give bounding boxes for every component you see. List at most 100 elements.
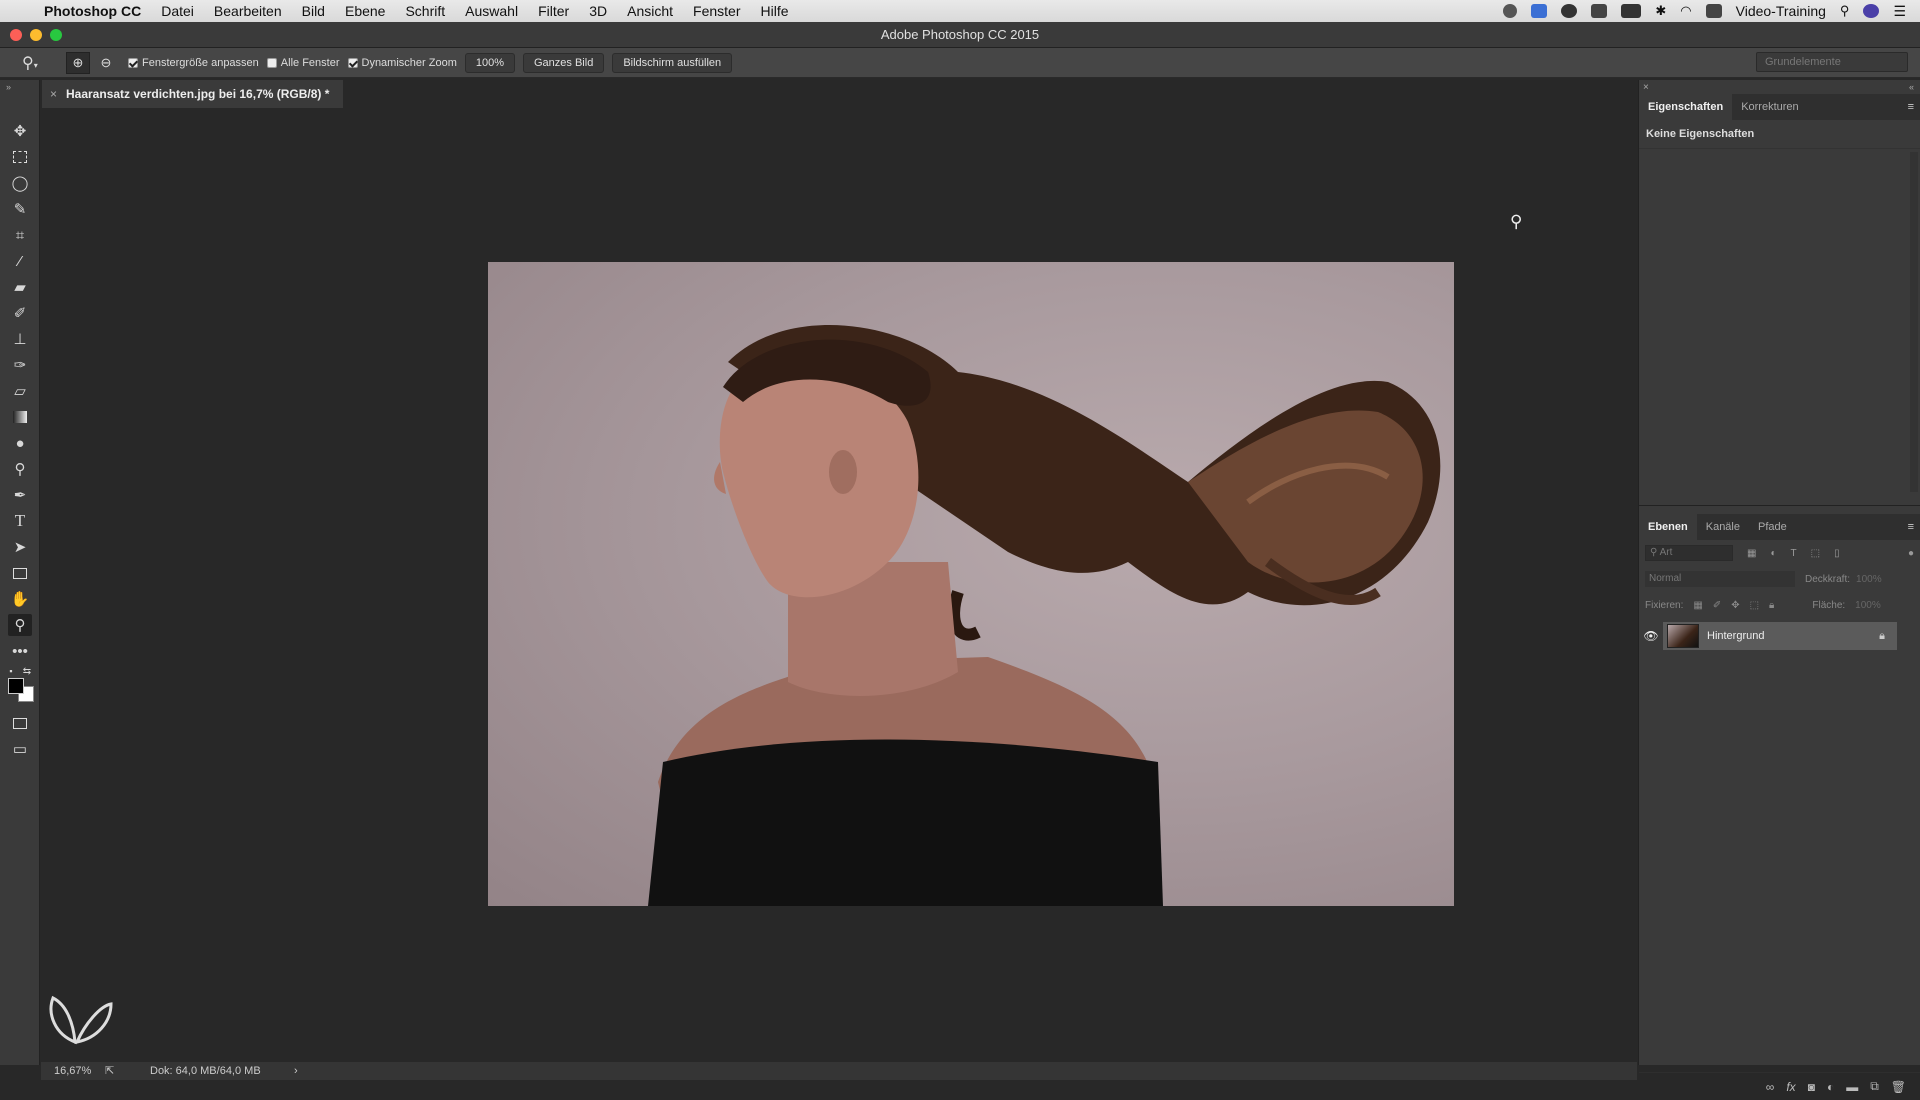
quick-selection-tool-icon[interactable]: ✎: [8, 198, 32, 220]
menu-3d[interactable]: 3D: [579, 3, 617, 19]
document-tab[interactable]: × Haaransatz verdichten.jpg bei 16,7% (R…: [42, 80, 344, 108]
gradient-tool-icon[interactable]: [8, 406, 32, 428]
zoom-window-button[interactable]: [50, 29, 62, 41]
layer-filter-select[interactable]: ⚲ Art: [1645, 545, 1733, 561]
lasso-tool-icon[interactable]: ◯: [8, 172, 32, 194]
menu-ansicht[interactable]: Ansicht: [617, 3, 683, 19]
foreground-color-swatch[interactable]: [8, 678, 24, 694]
workspace-switcher[interactable]: Grundelemente: [1756, 52, 1908, 72]
layer-item-selected[interactable]: Hintergrund 🔒︎: [1663, 622, 1897, 650]
type-tool-icon[interactable]: T: [8, 510, 32, 532]
pen-tool-icon[interactable]: ✒: [8, 484, 32, 506]
tab-eigenschaften[interactable]: Eigenschaften: [1639, 94, 1733, 120]
menu-auswahl[interactable]: Auswahl: [455, 3, 528, 19]
layers-panel-menu-icon[interactable]: ≡: [1908, 521, 1920, 533]
creative-cloud-icon[interactable]: [1561, 4, 1578, 18]
zoom-tool-icon[interactable]: ⚲: [8, 614, 32, 636]
filter-shape-icon[interactable]: ⬚: [1811, 548, 1820, 559]
tab-pfade[interactable]: Pfade: [1749, 514, 1796, 540]
history-brush-tool-icon[interactable]: ✑: [8, 354, 32, 376]
wifi-icon[interactable]: ◠: [1680, 3, 1691, 19]
screen-mode-icon[interactable]: ▭: [8, 738, 32, 760]
bluetooth-icon[interactable]: ✱: [1655, 3, 1666, 19]
move-tool-icon[interactable]: ✥: [8, 120, 32, 142]
lock-position-icon[interactable]: ✥: [1731, 600, 1739, 611]
eyedropper-tool-icon[interactable]: ⁄: [8, 250, 32, 272]
marquee-tool-icon[interactable]: [8, 146, 32, 168]
lock-all-icon[interactable]: 🔒︎: [1769, 600, 1774, 611]
close-panel-icon[interactable]: ×: [1643, 82, 1649, 93]
new-layer-icon[interactable]: ⧉: [1870, 1079, 1879, 1094]
tab-kanaele[interactable]: Kanäle: [1697, 514, 1749, 540]
more-tools-icon[interactable]: •••: [8, 640, 32, 662]
rectangle-tool-icon[interactable]: [8, 562, 32, 584]
eraser-tool-icon[interactable]: ▱: [8, 380, 32, 402]
adjustment-layer-icon[interactable]: ◐: [1827, 1080, 1834, 1094]
status-zoom[interactable]: 16,67%: [54, 1062, 91, 1080]
tab-korrekturen[interactable]: Korrekturen: [1732, 94, 1807, 120]
collapse-toolbox-icon[interactable]: »: [6, 82, 11, 92]
menu-bild[interactable]: Bild: [292, 3, 335, 19]
hand-tool-icon[interactable]: ✋: [8, 588, 32, 610]
close-tab-icon[interactable]: ×: [50, 80, 57, 108]
close-window-button[interactable]: [10, 29, 22, 41]
export-icon[interactable]: ⇱: [105, 1062, 114, 1080]
menu-datei[interactable]: Datei: [151, 3, 204, 19]
dropbox-icon[interactable]: [1591, 4, 1608, 18]
link-layers-icon[interactable]: ∞: [1766, 1080, 1775, 1094]
spotlight-icon[interactable]: ⚲: [1840, 3, 1850, 19]
lock-transparency-icon[interactable]: ▦: [1693, 600, 1702, 611]
crop-tool-icon[interactable]: ⌗: [8, 224, 32, 246]
fit-window-check-box[interactable]: [128, 57, 138, 68]
zoom-tool-preset-icon[interactable]: ⚲▾: [22, 53, 56, 73]
menu-fenster[interactable]: Fenster: [683, 3, 750, 19]
dodge-tool-icon[interactable]: ⚲: [8, 458, 32, 480]
document-image[interactable]: [488, 262, 1454, 906]
zoom-100-button[interactable]: 100%: [464, 52, 515, 73]
blend-mode-select[interactable]: Normal: [1645, 571, 1795, 587]
notification-center-icon[interactable]: ☰: [1893, 3, 1906, 20]
layer-style-icon[interactable]: fx: [1786, 1080, 1795, 1094]
canvas-area[interactable]: ⚲: [41, 108, 1637, 1062]
filter-smart-object-icon[interactable]: ▯: [1834, 548, 1840, 559]
layer-row[interactable]: 👁︎ Hintergrund 🔒︎: [1639, 622, 1920, 650]
fit-window-checkbox[interactable]: Fenstergröße anpassen: [128, 57, 259, 69]
brush-tool-icon[interactable]: ✐: [8, 302, 32, 324]
delete-layer-icon[interactable]: 🗑︎: [1891, 1080, 1906, 1094]
menu-ebene[interactable]: Ebene: [335, 3, 395, 19]
all-windows-check-box[interactable]: [266, 57, 277, 68]
quick-mask-icon[interactable]: [8, 712, 32, 734]
menu-filter[interactable]: Filter: [528, 3, 579, 19]
siri-icon[interactable]: [1863, 4, 1880, 18]
filter-type-icon[interactable]: T: [1791, 548, 1797, 559]
properties-panel-menu-icon[interactable]: ≡: [1908, 101, 1920, 113]
airplay-icon[interactable]: [1705, 4, 1722, 18]
add-mask-icon[interactable]: ◙: [1808, 1080, 1815, 1094]
visibility-eye-icon[interactable]: 👁︎: [1639, 629, 1663, 643]
path-selection-tool-icon[interactable]: ➤: [8, 536, 32, 558]
lock-artboard-icon[interactable]: ⬚: [1750, 600, 1759, 611]
blur-tool-icon[interactable]: ●: [8, 432, 32, 454]
dynamic-zoom-checkbox[interactable]: Dynamischer Zoom: [347, 57, 457, 69]
filter-pixel-icon[interactable]: ▦: [1747, 548, 1756, 559]
app-icon[interactable]: [1531, 4, 1548, 18]
filter-adjustment-icon[interactable]: ◐: [1770, 548, 1776, 559]
new-group-icon[interactable]: ▬: [1846, 1080, 1858, 1094]
healing-brush-tool-icon[interactable]: ▰: [8, 276, 32, 298]
menu-schrift[interactable]: Schrift: [395, 3, 455, 19]
filter-toggle-icon[interactable]: ●: [1908, 548, 1914, 559]
tab-ebenen[interactable]: Ebenen: [1639, 514, 1697, 540]
record-icon[interactable]: [1503, 4, 1518, 18]
layer-name[interactable]: Hintergrund: [1707, 630, 1764, 642]
status-menu-arrow-icon[interactable]: ›: [294, 1062, 298, 1080]
lock-pixels-icon[interactable]: ✐: [1713, 600, 1721, 611]
fill-input[interactable]: 100%: [1855, 600, 1881, 611]
menu-hilfe[interactable]: Hilfe: [751, 3, 799, 19]
zoom-out-icon[interactable]: ⊖: [94, 52, 118, 74]
zoom-in-icon[interactable]: ⊕: [66, 51, 90, 74]
opacity-input[interactable]: 100%: [1856, 574, 1896, 585]
clone-stamp-tool-icon[interactable]: ⊥: [8, 328, 32, 350]
fill-screen-button[interactable]: Bildschirm ausfüllen: [612, 52, 733, 73]
menu-bearbeiten[interactable]: Bearbeiten: [204, 3, 292, 19]
user-name[interactable]: Video-Training: [1736, 3, 1826, 19]
